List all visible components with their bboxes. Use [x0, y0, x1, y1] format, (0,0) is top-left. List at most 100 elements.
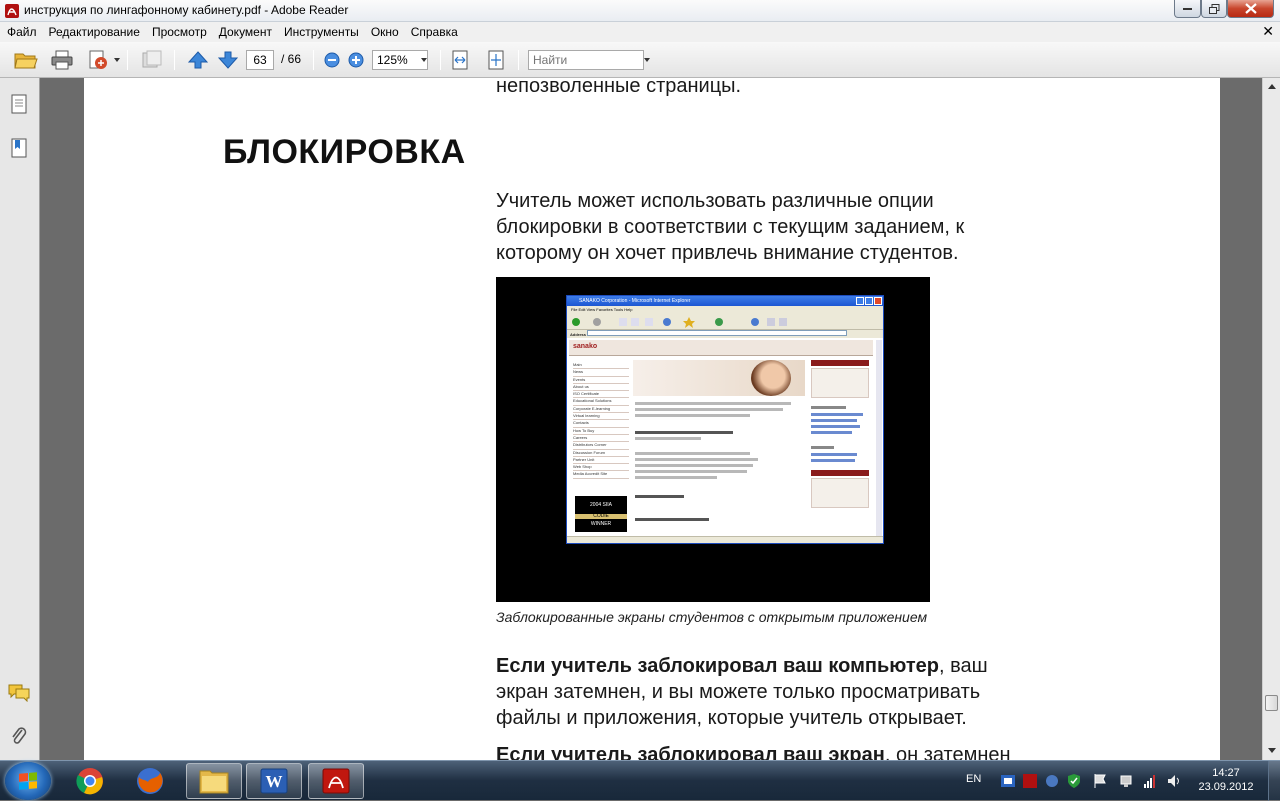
figure-screenshot: SANAKO Corporation - Microsoft Internet …: [496, 277, 930, 602]
award-text: CODiE: [575, 514, 627, 519]
fit-page-icon[interactable]: [484, 49, 508, 71]
system-clock[interactable]: 14:27 23.09.2012: [1190, 766, 1262, 794]
menu-tools[interactable]: Инструменты: [278, 25, 365, 39]
collaborate-icon[interactable]: [140, 49, 164, 71]
site-logo: sanako: [573, 343, 598, 350]
title-bar: инструкция по лингафонному кабинету.pdf …: [0, 0, 1280, 22]
navigation-panel: [0, 78, 40, 760]
paragraph-line: которому он хочет привлечь внимание студ…: [496, 242, 959, 264]
minimize-button[interactable]: [1174, 0, 1201, 18]
restore-button[interactable]: [1201, 0, 1227, 18]
document-view[interactable]: непозволенные страницы. БЛОКИРОВКА Учите…: [41, 78, 1262, 760]
menu-edit[interactable]: Редактирование: [43, 25, 146, 39]
fit-width-icon[interactable]: [448, 49, 472, 71]
create-pdf-icon[interactable]: [86, 49, 110, 71]
site-content-text: [635, 402, 799, 524]
bookmarks-icon[interactable]: [8, 136, 30, 160]
svg-text:W: W: [266, 772, 283, 791]
browser-window-image: SANAKO Corporation - Microsoft Internet …: [566, 295, 884, 544]
create-pdf-dropdown-icon[interactable]: [114, 58, 120, 62]
adobe-reader-icon: [4, 3, 20, 19]
site-nav-item: Events: [573, 377, 629, 384]
browser-status-bar: [567, 536, 883, 543]
window-title: инструкция по лингафонному кабинету.pdf …: [24, 3, 349, 17]
acrobat-icon[interactable]: [308, 763, 364, 799]
scrollbar-thumb[interactable]: [1265, 695, 1278, 711]
scroll-down-icon[interactable]: [1263, 742, 1280, 758]
toolbar-separator: [127, 50, 128, 70]
firefox-icon[interactable]: [122, 763, 178, 799]
language-indicator[interactable]: EN: [966, 773, 981, 785]
banner-photo: [751, 360, 791, 396]
find-input[interactable]: [528, 50, 644, 70]
site-nav-item: ISO Certificate: [573, 391, 629, 399]
close-button[interactable]: [1227, 0, 1274, 18]
site-nav-item: Distributors Corner: [573, 442, 629, 450]
signal-strength-icon[interactable]: [1142, 773, 1158, 789]
chrome-icon[interactable]: [62, 763, 118, 799]
pdf-page: непозволенные страницы. БЛОКИРОВКА Учите…: [84, 78, 1220, 760]
zoom-out-icon[interactable]: [320, 49, 344, 71]
scroll-up-icon[interactable]: [1263, 78, 1280, 94]
toolbar-separator: [313, 50, 314, 70]
volume-icon[interactable]: [1166, 773, 1182, 789]
site-nav: Main News Events About us ISO Certificat…: [573, 362, 629, 479]
action-center-flag-icon[interactable]: [1092, 773, 1108, 789]
browser-title: SANAKO Corporation - Microsoft Internet …: [567, 296, 883, 306]
menu-document[interactable]: Документ: [213, 25, 278, 39]
show-desktop-button[interactable]: [1268, 761, 1280, 801]
word-icon[interactable]: W: [246, 763, 302, 799]
attachments-icon[interactable]: [8, 724, 30, 748]
toolbar-separator: [174, 50, 175, 70]
site-nav-item: Virtual learning: [573, 413, 629, 421]
clock-time: 14:27: [1212, 767, 1240, 779]
paragraph-text: , он затемнен: [884, 744, 1011, 760]
menu-file[interactable]: Файл: [0, 25, 43, 39]
browser-toolbar: [567, 314, 883, 330]
print-icon[interactable]: [50, 49, 74, 71]
cloud-tray-icon[interactable]: [1044, 773, 1060, 789]
award-year: 2004 SIIA: [590, 502, 612, 508]
close-document-icon[interactable]: ✕: [1262, 23, 1274, 40]
site-nav-item: Contacts: [573, 420, 629, 428]
find-dropdown-icon[interactable]: [644, 58, 650, 62]
comments-icon[interactable]: [8, 681, 30, 705]
network-icon[interactable]: [1118, 773, 1134, 789]
zoom-value: 125%: [377, 53, 408, 67]
vertical-scrollbar[interactable]: [1262, 78, 1280, 760]
site-sidebar: [811, 360, 869, 540]
site-nav-item: Web Shop: [573, 464, 629, 472]
open-icon[interactable]: [14, 49, 38, 71]
site-nav-item: Main: [573, 362, 629, 370]
menu-view[interactable]: Просмотр: [146, 25, 213, 39]
paragraph-line: Если учитель заблокировал ваш экран, он …: [496, 742, 1096, 760]
zoom-in-icon[interactable]: [344, 49, 368, 71]
section-heading: БЛОКИРОВКА: [223, 133, 466, 171]
paragraph-line: Учитель может использовать различные опц…: [496, 190, 934, 212]
previous-page-icon[interactable]: [186, 49, 210, 71]
site-nav-item: Educational Solutions: [573, 398, 629, 406]
paragraph-text: , ваш: [938, 655, 988, 677]
paragraph-line: блокировки в соответствии с текущим зада…: [496, 216, 965, 238]
menu-window[interactable]: Окно: [365, 25, 405, 39]
site-nav-item: News: [573, 369, 629, 377]
toolbar: 63 / 66 125%: [0, 42, 1280, 78]
zoom-dropdown-icon[interactable]: [421, 58, 427, 62]
pages-icon[interactable]: [8, 92, 30, 116]
site-nav-item: How To Buy: [573, 428, 629, 435]
award-badge: 2004 SIIA CODiE WINNER: [575, 496, 627, 532]
explorer-icon[interactable]: [186, 763, 242, 799]
page-number-input[interactable]: 63: [246, 50, 274, 70]
security-tray-icon[interactable]: [1066, 773, 1082, 789]
next-page-icon[interactable]: [216, 49, 240, 71]
menu-bar: Файл Редактирование Просмотр Документ Ин…: [0, 22, 1280, 42]
browser-menu: File Edit View Favorites Tools Help: [567, 306, 883, 314]
site-header: [569, 340, 873, 356]
figure-caption: Заблокированные экраны студентов с откры…: [496, 609, 928, 625]
input-method-icon[interactable]: [1000, 773, 1016, 789]
browser-address-bar: Address: [567, 330, 883, 338]
zoom-select[interactable]: 125%: [372, 50, 428, 70]
menu-help[interactable]: Справка: [405, 25, 464, 39]
start-button[interactable]: [5, 762, 51, 800]
acrobat-tray-icon[interactable]: [1022, 773, 1038, 789]
